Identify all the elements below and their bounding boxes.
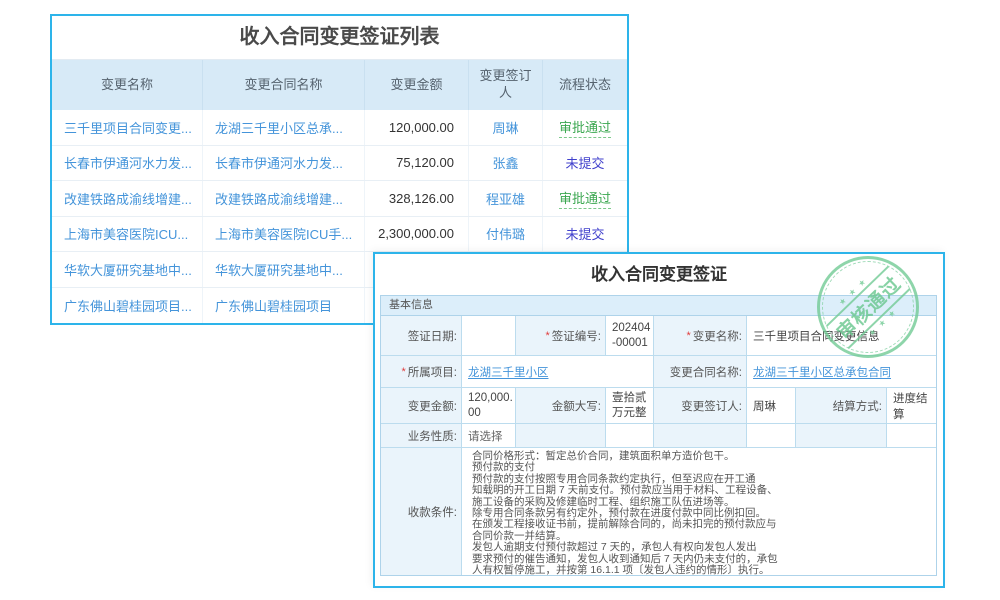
project-value-cell: 龙湖三千里小区 [462, 356, 654, 387]
cell-contract-name-link[interactable]: 华软大厦研究基地中... [203, 252, 365, 287]
terms-value: 合同价格形式：暂定总价合同，建筑面积单方造价包干。 预付款的支付 预付款的支付按… [462, 448, 936, 575]
cell-amount: 328,126.00 [365, 181, 469, 216]
status-badge[interactable]: 未提交 [565, 153, 604, 172]
col-header-amount: 变更金额 [365, 60, 469, 110]
col-header-contract-name: 变更合同名称 [203, 60, 365, 110]
required-marker: * [546, 330, 550, 342]
contract-label: 变更合同名称: [654, 356, 747, 387]
form-row-2: *所属项目: 龙湖三千里小区 变更合同名称: 龙湖三千里小区总承包合同 [381, 356, 936, 388]
required-marker: * [402, 366, 406, 378]
empty-label-cell [654, 424, 747, 447]
empty-label-cell [516, 424, 606, 447]
empty-value-cell [887, 424, 936, 447]
page: 收入合同变更签证列表 变更名称 变更合同名称 变更金额 变更签订人 流程状态 三… [0, 0, 1000, 600]
status-badge[interactable]: 审批通过 [559, 188, 611, 209]
cell-contract-name-link[interactable]: 长春市伊通河水力发... [203, 146, 365, 181]
cell-change-name-link[interactable]: 三千里项目合同变更... [52, 110, 203, 145]
cell-signer: 周琳 [469, 110, 543, 145]
visa-date-label: 签证日期: [381, 316, 462, 355]
visa-no-value: 202404-00001 [606, 316, 654, 355]
cell-contract-name-link[interactable]: 上海市美容医院ICU手... [203, 217, 365, 252]
cell-signer: 付伟璐 [469, 217, 543, 252]
amount-label: 变更金额: [381, 388, 462, 423]
settle-value: 进度结算 [887, 388, 936, 423]
cell-contract-name-link[interactable]: 广东佛山碧桂园项目 [203, 288, 365, 324]
empty-value-cell [606, 424, 654, 447]
col-header-status: 流程状态 [543, 60, 627, 110]
col-header-change-name: 变更名称 [52, 60, 203, 110]
list-title: 收入合同变更签证列表 [52, 16, 627, 60]
section-header-basic-info: 基本信息 [381, 296, 936, 316]
list-header-row: 变更名称 变更合同名称 变更金额 变更签订人 流程状态 [52, 60, 627, 110]
col-header-signer: 变更签订人 [469, 60, 543, 110]
form-row-5: 收款条件: 合同价格形式：暂定总价合同，建筑面积单方造价包干。 预付款的支付 预… [381, 448, 936, 575]
business-select[interactable]: 请选择 [462, 424, 516, 447]
amount-value: 120,000.00 [462, 388, 516, 423]
cell-signer: 程亚雄 [469, 181, 543, 216]
cell-signer: 张鑫 [469, 146, 543, 181]
contract-link[interactable]: 龙湖三千里小区总承包合同 [753, 364, 891, 380]
form-row-1: 签证日期: *签证编号: 202404-00001 *变更名称: 三千里项目合同… [381, 316, 936, 356]
empty-value-cell [747, 424, 796, 447]
business-label: 业务性质: [381, 424, 462, 447]
table-row: 改建铁路成渝线增建... 改建铁路成渝线增建... 328,126.00 程亚雄… [52, 181, 627, 217]
amount-words-label: 金额大写: [516, 388, 606, 423]
table-row: 长春市伊通河水力发... 长春市伊通河水力发... 75,120.00 张鑫 未… [52, 146, 627, 182]
settle-label: 结算方式: [796, 388, 887, 423]
status-badge[interactable]: 审批通过 [559, 117, 611, 138]
terms-label: 收款条件: [381, 448, 462, 575]
cell-amount: 120,000.00 [365, 110, 469, 145]
form-row-4: 业务性质: 请选择 [381, 424, 936, 448]
cell-change-name-link[interactable]: 长春市伊通河水力发... [52, 146, 203, 181]
project-label: *所属项目: [381, 356, 462, 387]
cell-amount: 75,120.00 [365, 146, 469, 181]
form-title: 收入合同变更签证 [375, 254, 943, 295]
cell-change-name-link[interactable]: 华软大厦研究基地中... [52, 252, 203, 287]
cell-contract-name-link[interactable]: 龙湖三千里小区总承... [203, 110, 365, 145]
cell-change-name-link[interactable]: 上海市美容医院ICU... [52, 217, 203, 252]
change-name-label: *变更名称: [654, 316, 747, 355]
project-link[interactable]: 龙湖三千里小区 [468, 364, 549, 380]
cell-change-name-link[interactable]: 改建铁路成渝线增建... [52, 181, 203, 216]
visa-no-label: *签证编号: [516, 316, 606, 355]
form-row-3: 变更金额: 120,000.00 金额大写: 壹拾贰万元整 变更签订人: 周琳 … [381, 388, 936, 424]
cell-status[interactable]: 审批通过 [543, 181, 627, 216]
cell-amount: 2,300,000.00 [365, 217, 469, 252]
contract-value-cell: 龙湖三千里小区总承包合同 [747, 356, 936, 387]
required-marker: * [687, 330, 691, 342]
change-form-panel: 收入合同变更签证 基本信息 签证日期: *签证编号: 202404-00001 … [373, 252, 945, 588]
signer-value: 周琳 [747, 388, 796, 423]
cell-status[interactable]: 未提交 [543, 146, 627, 181]
basic-info-table: 基本信息 签证日期: *签证编号: 202404-00001 *变更名称: 三千… [380, 295, 937, 576]
signer-label: 变更签订人: [654, 388, 747, 423]
cell-change-name-link[interactable]: 广东佛山碧桂园项目... [52, 288, 203, 324]
visa-date-input[interactable] [462, 316, 516, 355]
change-name-value: 三千里项目合同变更信息 [747, 316, 936, 355]
cell-status[interactable]: 审批通过 [543, 110, 627, 145]
table-row: 上海市美容医院ICU... 上海市美容医院ICU手... 2,300,000.0… [52, 217, 627, 253]
amount-words-value: 壹拾贰万元整 [606, 388, 654, 423]
empty-label-cell [796, 424, 887, 447]
table-row: 三千里项目合同变更... 龙湖三千里小区总承... 120,000.00 周琳 … [52, 110, 627, 146]
cell-status[interactable]: 未提交 [543, 217, 627, 252]
status-badge[interactable]: 未提交 [565, 224, 604, 243]
cell-contract-name-link[interactable]: 改建铁路成渝线增建... [203, 181, 365, 216]
